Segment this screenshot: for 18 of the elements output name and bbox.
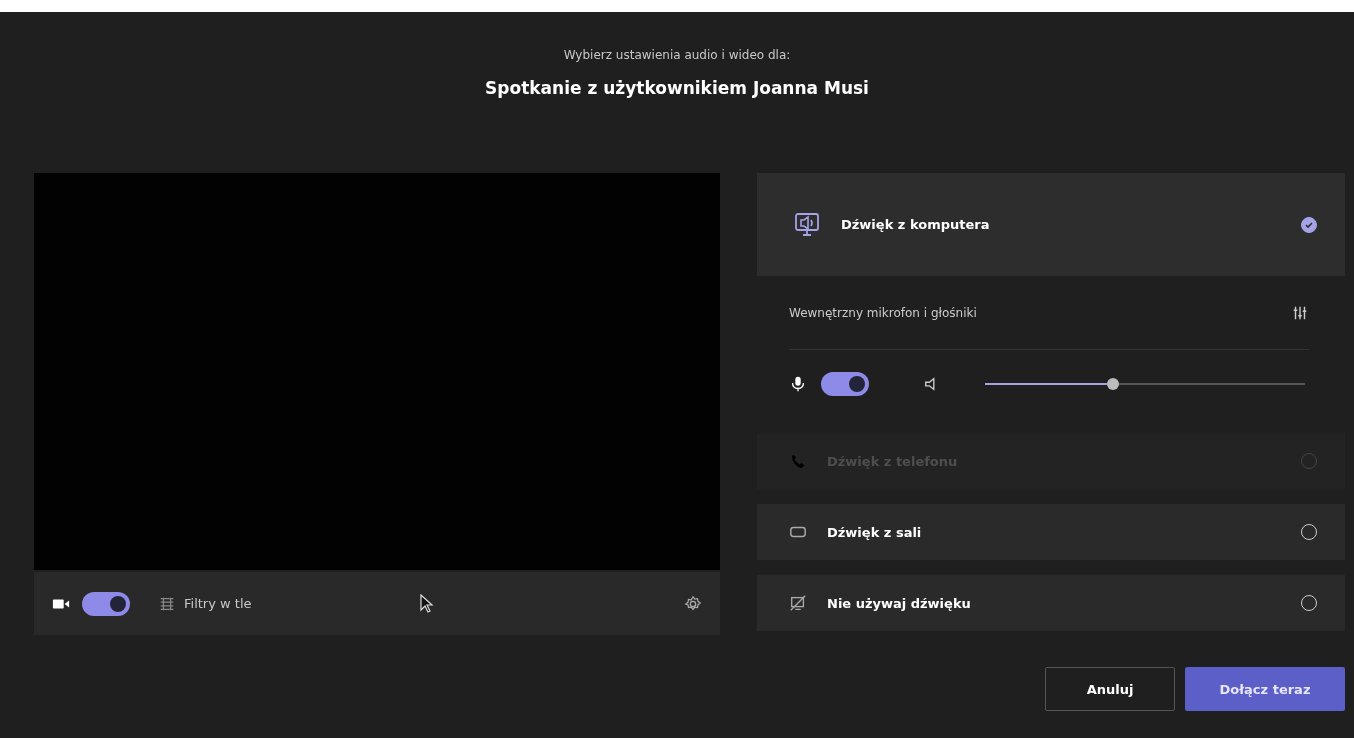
background-filters-button[interactable]: Filtry w tle [152,593,258,614]
microphone-icon [789,375,807,393]
monitor-speaker-icon [793,210,821,239]
camera-toggle[interactable] [82,591,130,616]
audio-option[interactable]: Nie używaj dźwięku [757,575,1345,631]
audio-option[interactable]: Dźwięk z sali [757,504,1345,560]
settings-icon[interactable] [684,594,702,613]
crossed-speaker-icon [789,594,807,612]
device-name: Wewnętrzny mikrofon i głośniki [789,305,977,320]
subtitle: Wybierz ustawienia audio i wideo dla: [563,48,791,62]
microphone-toggle[interactable] [821,372,869,396]
meeting-title: Spotkanie z użytkownikiem Joanna Musi [485,78,869,98]
check-icon [1304,219,1314,230]
cancel-button[interactable]: Anuluj [1045,667,1175,711]
join-button[interactable]: Dołącz teraz [1185,667,1345,711]
audio-option[interactable]: Dźwięk z komputera [757,173,1345,276]
cursor-icon [419,593,434,614]
phone-icon [789,452,807,470]
